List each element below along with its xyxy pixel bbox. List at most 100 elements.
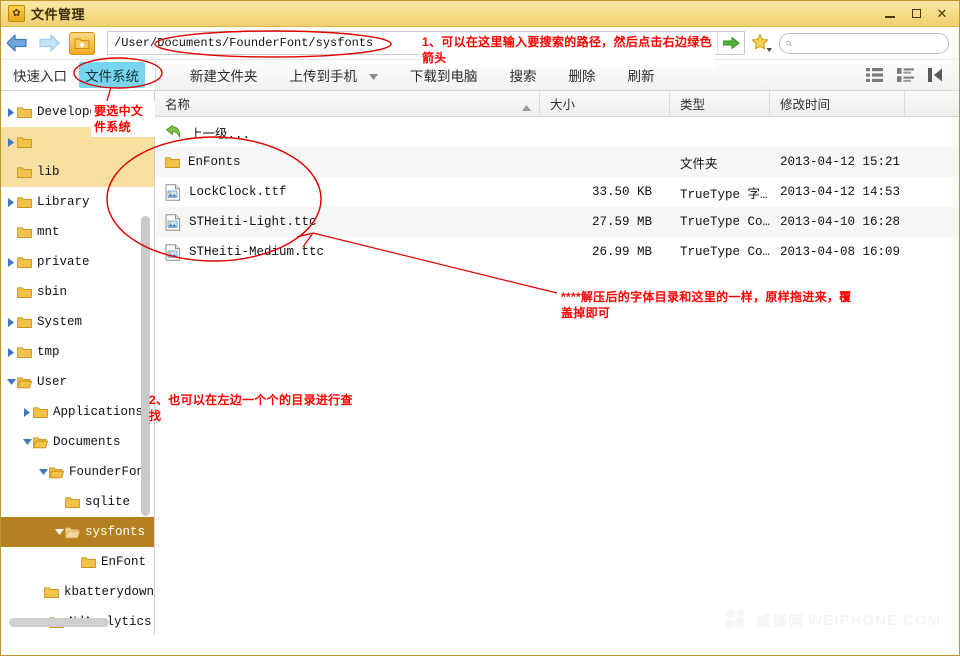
upload-to-phone-button[interactable]: 上传到手机 — [274, 60, 395, 90]
tree-item-sqlite[interactable]: sqlite — [1, 487, 154, 517]
sidebar-horizontal-scrollbar[interactable] — [9, 618, 109, 627]
file-name-cell: STHeiti-Medium.ttc — [155, 243, 540, 261]
search-input[interactable] — [796, 36, 942, 50]
file-size-cell: 33.50 KB — [591, 185, 652, 199]
sort-ascending-icon — [522, 100, 531, 114]
tree-item-library[interactable]: Library — [1, 187, 154, 217]
chevron-right-icon[interactable] — [5, 257, 17, 267]
tree-item-mnt[interactable]: mnt — [1, 217, 154, 247]
chevron-right-icon[interactable] — [5, 317, 17, 327]
upload-dropdown-icon[interactable] — [369, 68, 378, 83]
annotation-select-filesystem: 要选中文件系统 — [91, 101, 155, 138]
tree-item-system[interactable]: System — [1, 307, 154, 337]
tree-item-label: Documents — [53, 435, 121, 449]
file-size-cell: 26.99 MB — [591, 245, 652, 259]
tree-item-documents[interactable]: Documents — [1, 427, 154, 457]
tree-item-lib[interactable]: lib — [1, 157, 154, 187]
watermark-logo-icon — [724, 609, 746, 629]
annotation-browse-left-tree: 2、也可以在左边一个个的目录进行查找 — [149, 393, 353, 424]
chevron-down-icon[interactable] — [5, 378, 17, 386]
file-name-label: LockClock.ttf — [189, 185, 287, 199]
tree-item-label: EnFont — [101, 555, 147, 569]
watermark-cn: 威锋网 — [756, 612, 805, 630]
folder-icon — [17, 346, 32, 359]
tree-item-label: tmp — [37, 345, 60, 359]
forward-button[interactable] — [33, 27, 65, 59]
tree-item-label: sqlite — [85, 495, 131, 509]
close-button[interactable]: ✕ — [929, 3, 955, 25]
file-name-cell: LockClock.ttf — [155, 183, 540, 201]
file-type-cell: TrueType 字… — [680, 187, 768, 202]
folder-open-icon — [17, 376, 32, 389]
tab-bar: 快速入口 文件系统 — [1, 60, 156, 90]
column-header-type[interactable]: 类型 — [670, 91, 770, 116]
tab-quick-entry[interactable]: 快速入口 — [7, 62, 73, 88]
back-button[interactable] — [1, 27, 33, 59]
file-rows: EnFonts 文件夹 2013-04-12 15:21 LockClock.ttf 3… — [155, 147, 959, 267]
column-header-size[interactable]: 大小 — [540, 91, 670, 116]
file-time-cell: 2013-04-12 15:21 — [780, 155, 901, 169]
search-box[interactable] — [779, 32, 949, 54]
tree-item-user[interactable]: User — [1, 367, 154, 397]
list-view-icon[interactable] — [866, 68, 883, 82]
folder-open-icon — [33, 436, 48, 449]
tree-item-sysfonts[interactable]: sysfonts — [1, 517, 154, 547]
column-header-time-label: 修改时间 — [780, 98, 831, 112]
parent-directory-row[interactable]: 上一级... — [155, 117, 959, 147]
chevron-right-icon[interactable] — [5, 197, 17, 207]
chevron-down-icon[interactable] — [21, 438, 33, 446]
folder-open-icon — [49, 466, 64, 479]
up-folder-icon — [74, 38, 90, 49]
chevron-right-icon[interactable] — [5, 107, 17, 117]
directory-tree: Developer lib Library mnt private sbin System t… — [1, 91, 154, 635]
tree-item-label: User — [37, 375, 68, 389]
tree-item-label: kbatterydown — [63, 585, 154, 599]
folder-icon — [17, 226, 32, 239]
file-time-cell: 2013-04-10 16:28 — [780, 215, 901, 229]
column-header-name[interactable]: 名称 — [155, 91, 540, 116]
font-file-icon — [165, 243, 181, 261]
file-row[interactable]: STHeiti-Light.ttc 27.59 MB TrueType Co… 201… — [155, 207, 959, 237]
chevron-right-icon[interactable] — [5, 137, 17, 147]
title-bar: ✿ 文件管理 ✕ — [1, 1, 959, 27]
back-arrow-icon — [6, 34, 27, 52]
sidebar-vertical-scrollbar[interactable] — [141, 216, 150, 516]
new-folder-button[interactable]: 新建文件夹 — [174, 60, 274, 90]
tree-item-enfont[interactable]: EnFont — [1, 547, 154, 577]
chevron-right-icon[interactable] — [21, 407, 33, 417]
tree-item-founderfont[interactable]: FounderFont — [1, 457, 154, 487]
folder-icon — [17, 256, 32, 269]
minimize-button[interactable] — [877, 3, 903, 25]
bookmark-button[interactable] — [745, 27, 779, 59]
file-name-cell: EnFonts — [155, 155, 540, 169]
detail-view-icon[interactable] — [897, 68, 914, 82]
chevron-down-icon[interactable] — [53, 528, 65, 536]
tree-item-kbatterydown[interactable]: kbatterydown — [1, 577, 154, 607]
file-time-cell: 2013-04-08 16:09 — [780, 245, 901, 259]
file-name-label: EnFonts — [188, 155, 241, 169]
file-name-label: STHeiti-Medium.ttc — [189, 245, 325, 259]
tree-item-tmp[interactable]: tmp — [1, 337, 154, 367]
tree-item-label: Applications — [53, 405, 144, 419]
collapse-panel-icon[interactable] — [928, 68, 945, 82]
window-title: 文件管理 — [31, 7, 86, 22]
annotation-drag-fonts: ****解压后的字体目录和这里的一样，原样拖进来，覆盖掉即可 — [561, 290, 852, 321]
file-type-cell: TrueType Co… — [680, 215, 771, 229]
column-header-time[interactable]: 修改时间 — [770, 91, 905, 116]
chevron-right-icon[interactable] — [5, 347, 17, 357]
tree-item-private[interactable]: private — [1, 247, 154, 277]
tree-item-applications[interactable]: Applications — [1, 397, 154, 427]
maximize-button[interactable] — [903, 3, 929, 25]
file-row[interactable]: EnFonts 文件夹 2013-04-12 15:21 — [155, 147, 959, 177]
file-row[interactable]: LockClock.ttf 33.50 KB TrueType 字… 2013-04-… — [155, 177, 959, 207]
tab-file-system[interactable]: 文件系统 — [79, 62, 145, 88]
chevron-down-icon[interactable] — [37, 468, 49, 476]
folder-icon — [33, 406, 48, 419]
up-directory-button[interactable] — [69, 31, 95, 55]
file-size-cell: 27.59 MB — [591, 215, 652, 229]
address-go-button[interactable] — [717, 32, 744, 54]
file-row[interactable]: STHeiti-Medium.ttc 26.99 MB TrueType Co… 20… — [155, 237, 959, 267]
tree-item-sbin[interactable]: sbin — [1, 277, 154, 307]
parent-directory-name: 上一级... — [155, 123, 540, 142]
column-header-type-label: 类型 — [680, 98, 706, 112]
